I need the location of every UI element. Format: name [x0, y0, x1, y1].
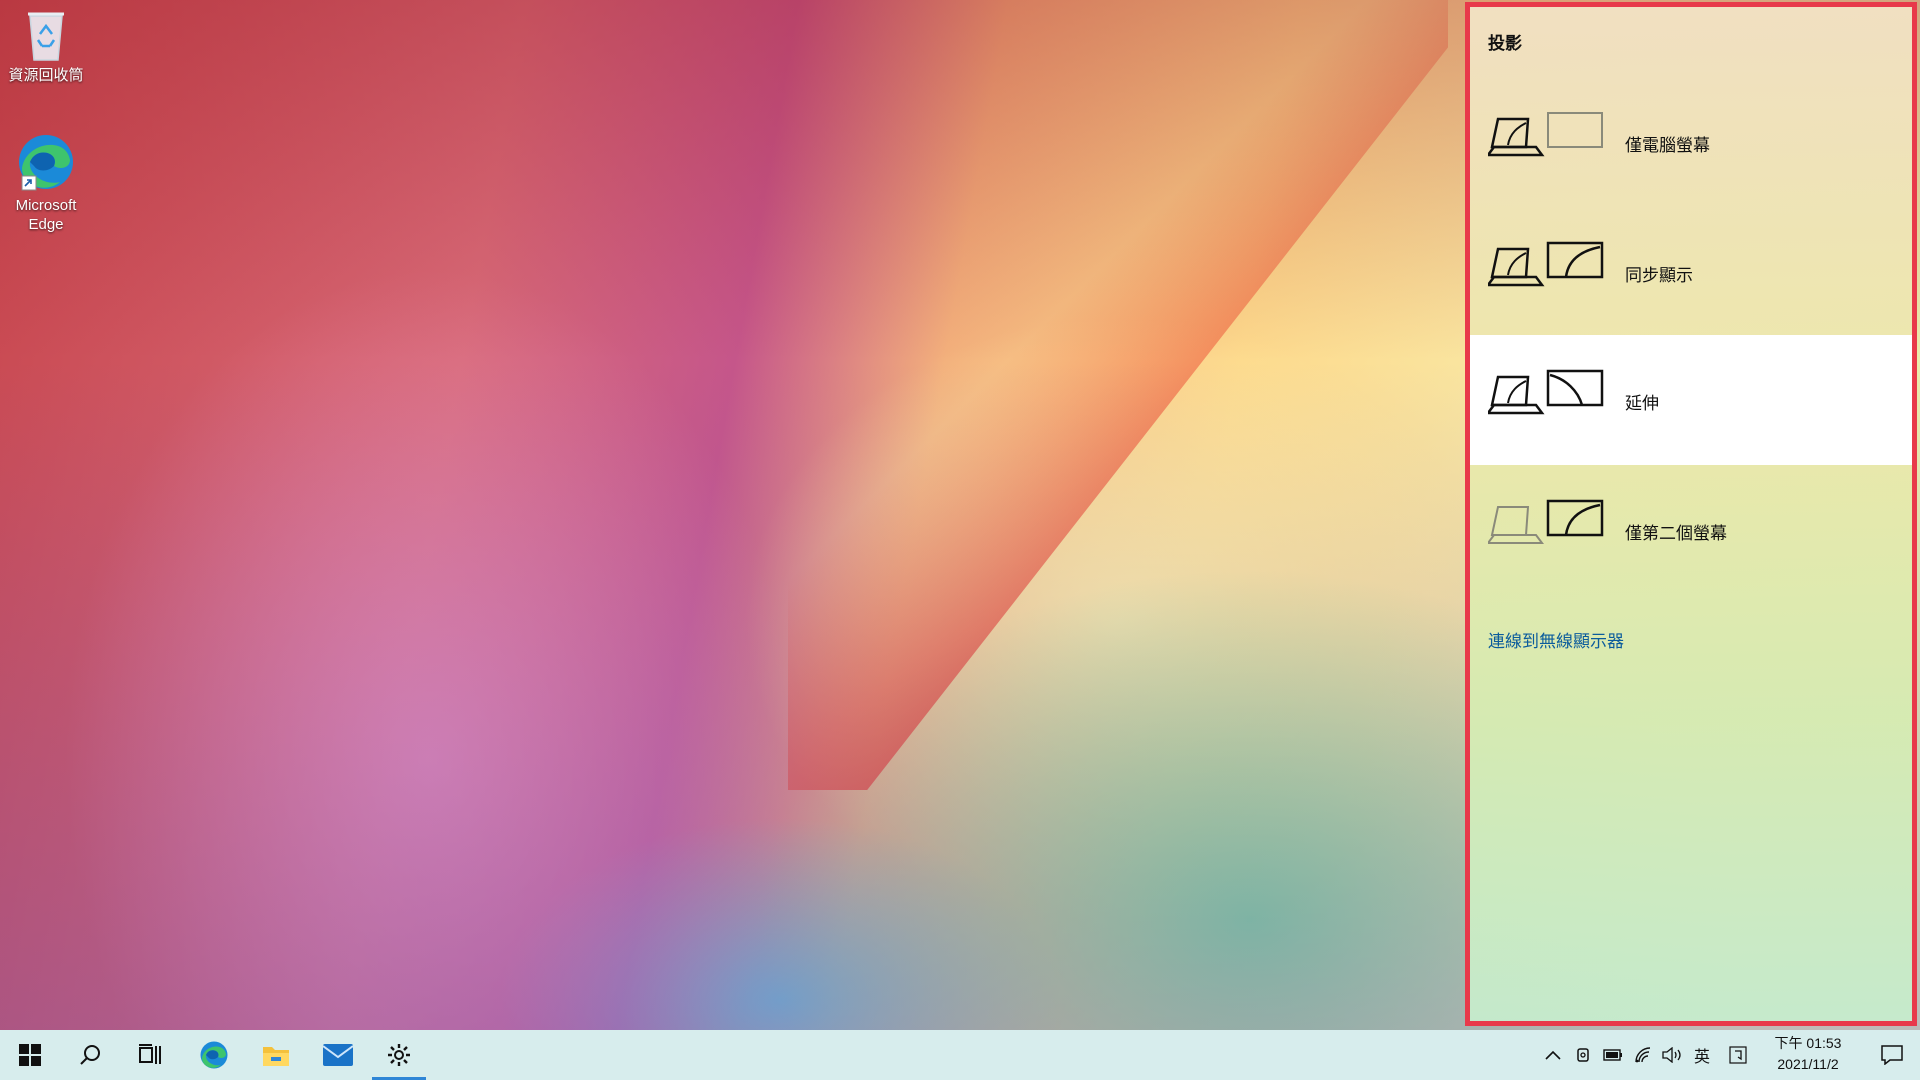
- extend-icon: [1488, 369, 1604, 415]
- ime-mode-icon: [1729, 1046, 1747, 1064]
- taskbar-mail[interactable]: [310, 1030, 366, 1080]
- search-icon: [80, 1045, 100, 1065]
- wallpaper-fold: [788, 0, 1448, 790]
- taskbar-file-explorer[interactable]: [248, 1030, 304, 1080]
- connect-wireless-display-link[interactable]: 連線到無線顯示器: [1488, 627, 1624, 652]
- option-pc-screen-only[interactable]: 僅電腦螢幕: [1470, 77, 1912, 207]
- clock[interactable]: 下午 01:53 2021/11/2: [1760, 1033, 1856, 1075]
- show-hidden-icons-button[interactable]: [1540, 1030, 1566, 1080]
- taskbar-edge[interactable]: [186, 1030, 242, 1080]
- taskbar-settings[interactable]: [372, 1030, 426, 1080]
- wifi-icon: [1635, 1047, 1651, 1063]
- action-center-button[interactable]: [1864, 1030, 1920, 1080]
- tray-volume[interactable]: [1659, 1030, 1685, 1080]
- option-extend[interactable]: 延伸: [1470, 335, 1912, 465]
- panel-title: 投影: [1488, 34, 1522, 53]
- recycle-bin-icon: [28, 12, 64, 61]
- desktop-icon-label: 資源回收筒: [8, 67, 84, 84]
- search-button[interactable]: [62, 1030, 118, 1080]
- option-second-screen-only[interactable]: 僅第二個螢幕: [1470, 465, 1912, 595]
- pc-screen-only-icon: [1488, 112, 1603, 157]
- task-view-button[interactable]: [122, 1030, 178, 1080]
- second-screen-only-icon: [1488, 499, 1604, 544]
- edge-icon: [19, 135, 73, 191]
- desktop-icon-edge[interactable]: Microsoft Edge: [4, 132, 88, 234]
- tray-meet-now[interactable]: [1570, 1030, 1596, 1080]
- input-language-indicator[interactable]: 英: [1688, 1030, 1716, 1080]
- windows-logo-icon: [19, 1044, 41, 1066]
- option-duplicate[interactable]: 同步顯示: [1470, 207, 1912, 337]
- taskbar: 英 下午 01:53 2021/11/2: [0, 1030, 1920, 1080]
- desktop-icon-label: Microsoft Edge: [15, 197, 77, 233]
- tray-battery[interactable]: [1600, 1030, 1626, 1080]
- clock-date: 2021/11/2: [1777, 1056, 1839, 1072]
- option-label: 同步顯示: [1625, 266, 1693, 285]
- tray-network[interactable]: [1630, 1030, 1656, 1080]
- option-label: 僅電腦螢幕: [1625, 136, 1710, 155]
- speaker-icon: [1662, 1047, 1681, 1063]
- gear-icon: [388, 1044, 410, 1066]
- duplicate-icon: [1488, 241, 1604, 287]
- desktop-icon-recycle-bin[interactable]: 資源回收筒: [4, 8, 88, 85]
- edge-icon: [200, 1041, 228, 1069]
- chevron-up-icon: [1545, 1050, 1561, 1060]
- option-label: 延伸: [1625, 394, 1659, 413]
- clock-time: 下午 01:53: [1774, 1035, 1842, 1051]
- device-icon: [1577, 1048, 1589, 1062]
- start-button[interactable]: [2, 1030, 58, 1080]
- tray-ime[interactable]: [1724, 1030, 1752, 1080]
- notification-icon: [1881, 1045, 1903, 1065]
- battery-icon: [1603, 1049, 1622, 1061]
- folder-icon: [263, 1047, 289, 1066]
- mail-icon: [323, 1044, 353, 1066]
- task-view-icon: [139, 1044, 161, 1064]
- option-label: 僅第二個螢幕: [1625, 524, 1727, 543]
- project-panel: 投影 僅電腦螢幕 同步顯示 延伸 僅第二個螢幕 連線到無線顯示器: [1465, 2, 1917, 1026]
